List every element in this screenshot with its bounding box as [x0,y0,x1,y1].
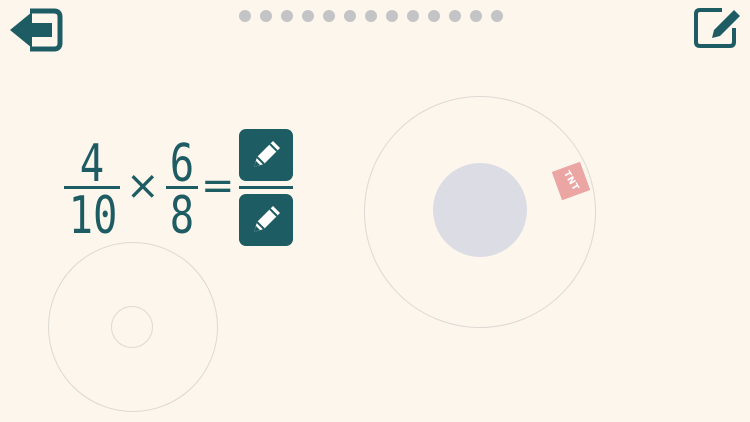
answer-denominator-button[interactable] [239,194,293,246]
pencil-icon [254,141,280,167]
progress-dot [323,10,335,22]
tnt-label: TNT [561,169,581,193]
progress-dot [281,10,293,22]
progress-dots [239,10,503,22]
progress-dot [491,10,503,22]
edit-note-icon [694,7,743,48]
fraction-1-denominator: 10 [68,186,118,246]
fraction-1: 4 10 [62,134,122,242]
equals-sign: = [201,163,235,209]
target-center[interactable] [433,163,527,257]
progress-dot [470,10,482,22]
exit-arrow-icon [10,8,63,52]
answer-fraction-bar [239,186,293,189]
progress-dot [449,10,461,22]
progress-dot [260,10,272,22]
answer-numerator-button[interactable] [239,129,293,181]
pencil-icon [254,206,280,232]
fraction-2-denominator: 8 [169,186,195,246]
progress-dot [302,10,314,22]
back-button[interactable] [6,6,64,54]
progress-dot [407,10,419,22]
progress-dot [239,10,251,22]
progress-dot [344,10,356,22]
progress-dot [365,10,377,22]
fraction-1-numerator: 4 [79,134,105,194]
edit-button[interactable] [692,6,744,50]
joystick-knob[interactable] [111,306,153,348]
fraction-2-numerator: 6 [169,134,195,194]
progress-dot [428,10,440,22]
progress-dot [386,10,398,22]
